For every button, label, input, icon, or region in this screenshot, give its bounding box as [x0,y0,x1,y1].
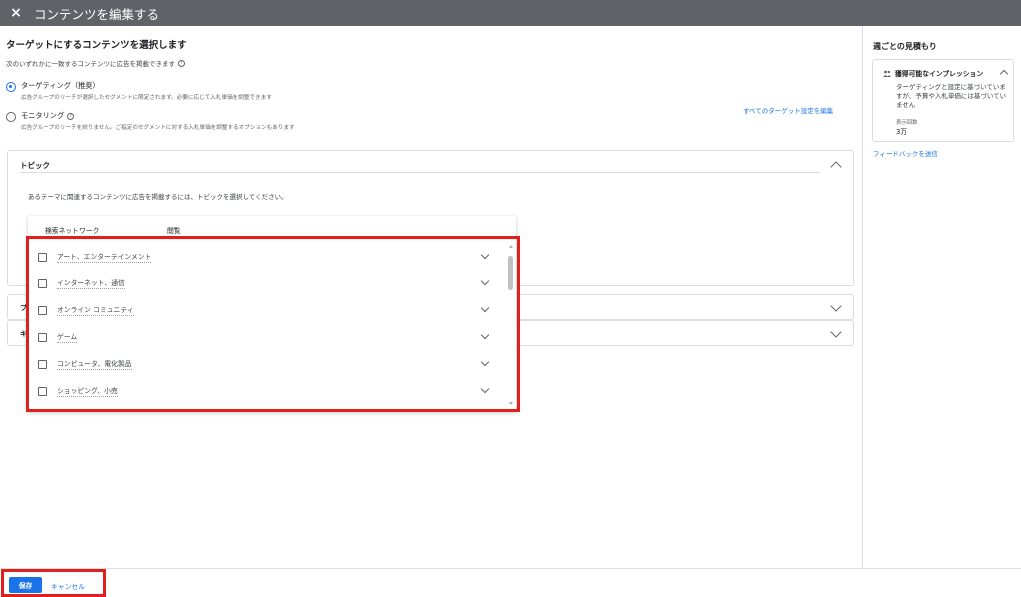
topic-title: トピック [20,161,50,170]
topic-list: アート、エンターテインメント インターネット、通信 オンライン コミュニティ ゲ… [28,240,516,410]
top-bar: × コンテンツを編集する [0,0,1021,26]
checkbox[interactable] [38,359,47,369]
section-heading: ターゲットにするコンテンツを選択します [6,40,187,51]
chevron-up-icon[interactable] [999,69,1009,79]
collapsed-section-2-label: キ [20,330,27,338]
chevron-down-icon[interactable] [480,357,490,367]
topic-description: あるテーマに関連するコンテンツに広告を掲載するには、トピックを選択してください。 [28,193,288,201]
subheading-text: 次のいずれかに一致するコンテンツに広告を掲載できます [6,60,175,68]
checkbox[interactable] [38,252,47,262]
option-monitoring-desc: 広告グループのリーチを絞りません。ご指定のセグメントに対する入札単価を調整するオ… [21,125,295,131]
divider [20,172,820,173]
option-monitoring-title-row: モニタリング ? [21,111,295,121]
list-item[interactable]: オンライン コミュニティ [28,297,506,323]
list-item-label[interactable]: オンライン コミュニティ [57,304,134,316]
radio-targeting[interactable] [6,82,16,92]
scrollbar-thumb[interactable] [508,256,513,290]
estimate-value: 3万 [896,128,908,136]
tab-search-network[interactable]: 検索ネットワーク [45,225,99,235]
list-item-label[interactable]: ショッピング、小売 [57,385,118,397]
section-subheading: 次のいずれかに一致するコンテンツに広告を掲載できます ? [6,58,185,68]
tab-browse[interactable]: 閲覧 [167,225,181,235]
people-icon [883,70,891,77]
list-item-label[interactable]: ゲーム [57,331,78,343]
chevron-down-icon[interactable] [830,300,842,312]
checkbox[interactable] [38,278,47,288]
list-item[interactable]: コンピュータ、電化製品 [28,351,506,377]
list-item[interactable]: ショッピング、小売 [28,378,506,404]
checkbox[interactable] [38,332,47,342]
list-item-label[interactable]: コンピュータ、電化製品 [57,358,132,370]
chevron-down-icon[interactable] [480,250,490,260]
edit-all-targeting-link[interactable]: すべてのターゲット設定を編集 [743,105,833,115]
estimate-card: 獲得可能なインプレッション ターゲティングと設定に基づいていますが、予算や入札単… [872,59,1014,142]
cancel-button[interactable]: キャンセル [51,581,85,591]
option-targeting[interactable]: ターゲティング（推奨） 広告グループのリーチが選択したセグメントに限定されます。… [6,81,272,101]
option-targeting-desc: 広告グループのリーチが選択したセグメントに限定されます。必要に応じて入札単価を調… [21,95,272,101]
checkbox[interactable] [38,386,47,396]
chevron-down-icon[interactable] [480,330,490,340]
topic-tabs: 検索ネットワーク 閲覧 [28,216,516,242]
checkbox[interactable] [38,305,47,315]
estimate-label: 表示回数 [896,120,918,126]
chevron-down-icon[interactable] [480,384,490,394]
estimate-header[interactable]: 獲得可能なインプレッション [883,68,983,78]
radio-monitoring[interactable] [6,112,16,122]
footer: 保存 キャンセル [0,568,1021,597]
page-title: コンテンツを編集する [34,6,160,22]
estimate-heading: 獲得可能なインプレッション [895,70,984,78]
feedback-link[interactable]: フィードバックを送信 [873,148,938,158]
estimate-text: ターゲティングと設定に基づいていますが、予算や入札単価には基づいていません [896,83,1007,109]
option-monitoring-title: モニタリング [21,111,65,120]
close-icon[interactable]: × [2,5,30,21]
chevron-down-icon[interactable] [480,303,490,313]
option-monitoring[interactable]: モニタリング ? 広告グループのリーチを絞りません。ご指定のセグメントに対する入… [6,111,295,131]
chevron-up-icon[interactable] [830,161,842,173]
list-item-label[interactable]: インターネット、通信 [57,277,125,289]
chevron-down-icon[interactable] [480,276,490,286]
list-item[interactable]: アート、エンターテインメント [28,244,506,270]
right-panel: 週ごとの見積もり 獲得可能なインプレッション ターゲティングと設定に基づいていま… [862,26,1021,568]
scroll-down-icon[interactable] [509,402,513,405]
option-targeting-title: ターゲティング（推奨） [21,81,100,90]
chevron-down-icon[interactable] [830,326,842,338]
list-item[interactable]: インターネット、通信 [28,270,506,296]
scroll-up-icon[interactable] [509,245,513,248]
save-button[interactable]: 保存 [9,577,42,593]
list-item[interactable]: ゲーム [28,324,506,350]
help-icon[interactable]: ? [67,112,75,120]
help-icon[interactable]: ? [178,59,185,67]
panel-title: 週ごとの見積もり [873,42,937,51]
list-item-label[interactable]: アート、エンターテインメント [57,251,152,263]
collapsed-section-1-label: プ [20,304,27,312]
